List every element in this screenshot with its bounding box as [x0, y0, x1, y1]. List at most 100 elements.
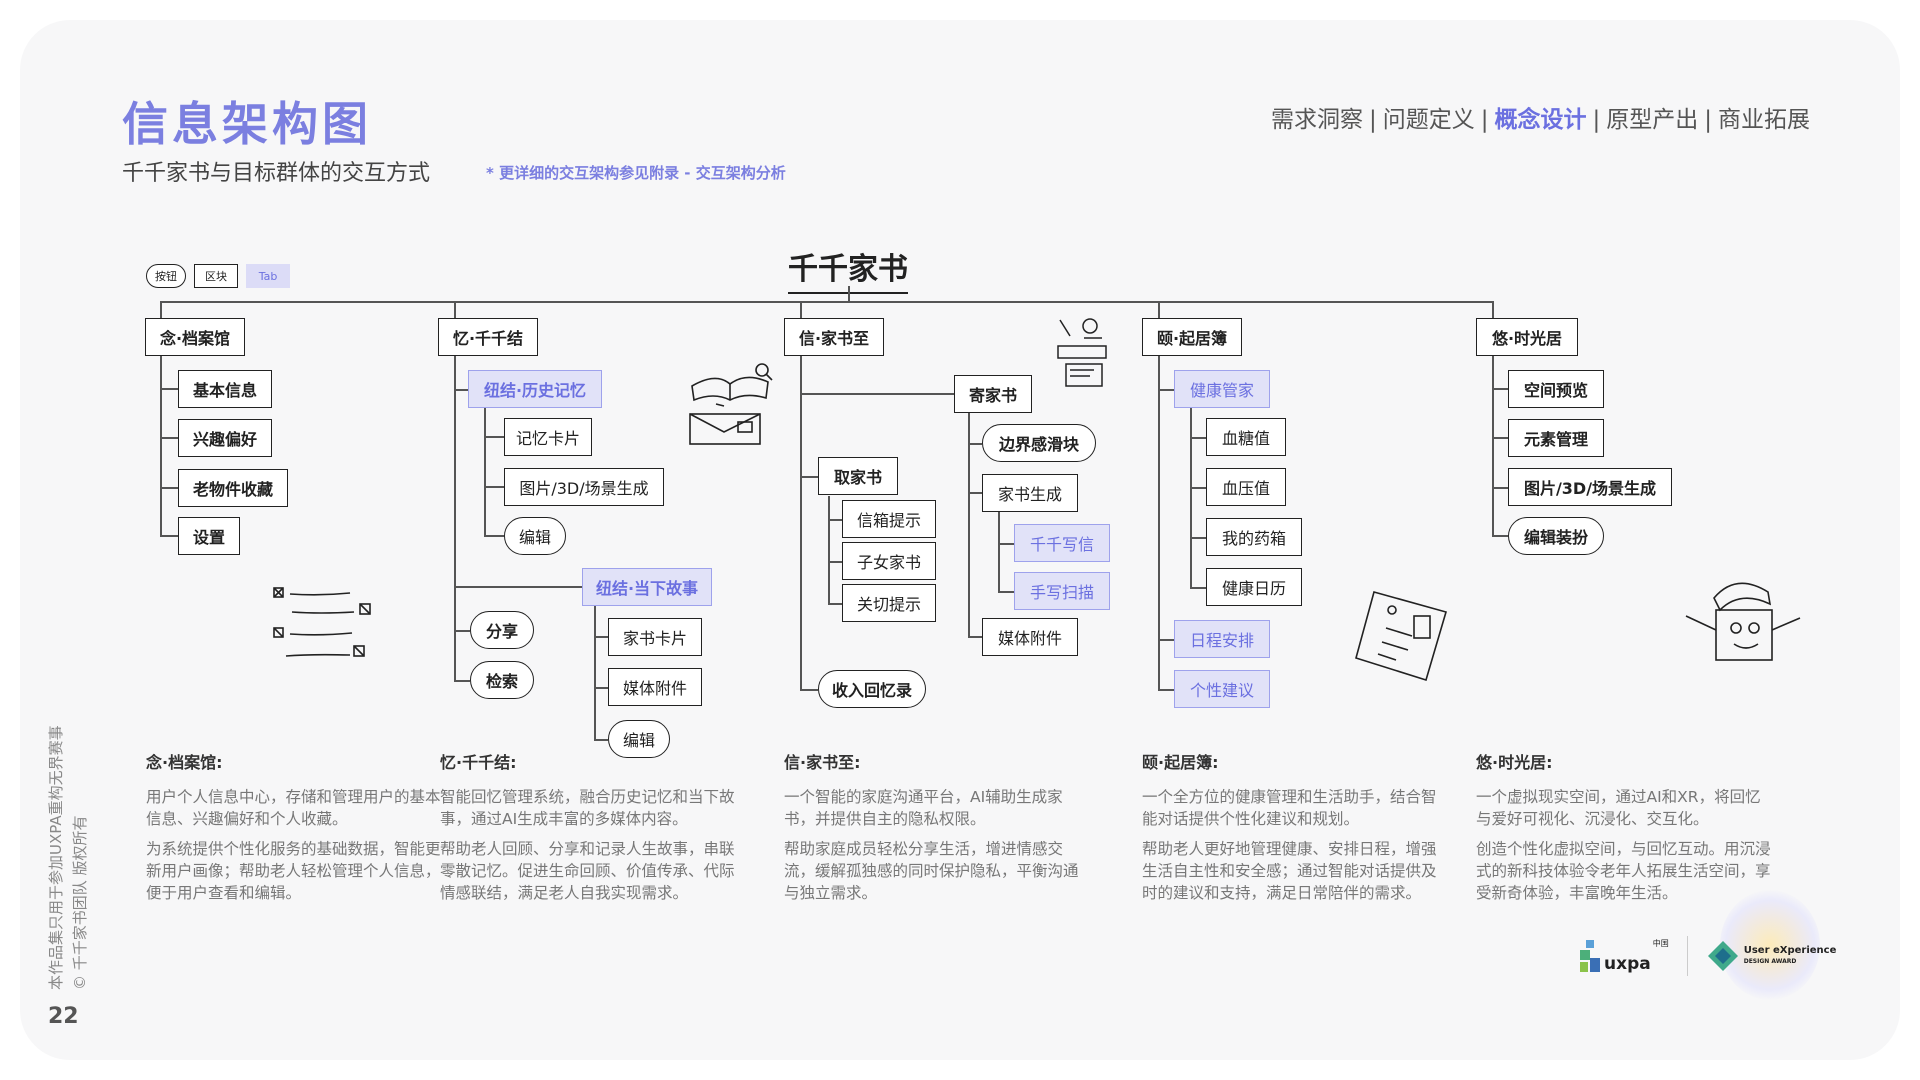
nav-item-insight[interactable]: 需求洞察 [1271, 107, 1363, 133]
connector [998, 543, 1014, 545]
section-nav: 需求洞察 | 问题定义 | 概念设计 | 原型产出 | 商业拓展 [1271, 100, 1810, 134]
connector [828, 496, 830, 604]
connector [1158, 639, 1174, 641]
nav-separator: | [1480, 107, 1489, 133]
node-receive-letter[interactable]: 取家书 [818, 457, 898, 495]
connector [594, 606, 596, 740]
page-title: 信息架构图 [122, 97, 372, 151]
desc-letter: 信·家书至: 一个智能的家庭沟通平台，AI辅助生成家书，并提供自主的隐私权限。 … [784, 752, 1084, 912]
connector [1492, 535, 1508, 537]
connector [1492, 388, 1508, 390]
nav-item-concept[interactable]: 概念设计 [1495, 107, 1587, 133]
connector [484, 436, 504, 438]
connector [1190, 587, 1206, 589]
node-space[interactable]: 悠·时光居 [1476, 318, 1578, 356]
node-child-letter[interactable]: 子女家书 [842, 542, 936, 580]
ux-award-logo: User eXperience DESIGN AWARD [1706, 939, 1837, 973]
tab-health-manager[interactable]: 健康管家 [1174, 370, 1270, 408]
copyright-line: © 千千家书团队 版权所有 [71, 815, 89, 990]
edit-decor-button[interactable]: 编辑装扮 [1508, 517, 1604, 555]
uxpa-logo-text: uxpa [1604, 954, 1651, 974]
checklist-sketch-icon [273, 587, 371, 657]
desc-memory: 忆·千千结: 智能回忆管理系统，融合历史记忆和当下故事，通过AI生成丰富的多媒体… [440, 752, 740, 912]
connector [848, 286, 850, 302]
node-blood-pressure[interactable]: 血压值 [1206, 468, 1286, 506]
connector [800, 356, 802, 690]
connector [454, 586, 582, 588]
clipboard-sketch-icon [1355, 591, 1447, 682]
node-space-image-gen[interactable]: 图片/3D/场景生成 [1508, 468, 1672, 506]
connector [1158, 689, 1174, 691]
node-health-calendar[interactable]: 健康日历 [1206, 568, 1302, 606]
connector [1492, 487, 1508, 489]
node-care-tip[interactable]: 关切提示 [842, 584, 936, 622]
uxpa-logo-sup: 中国 [1652, 939, 1669, 948]
book-sketch-icon [689, 363, 773, 445]
node-media-attachment[interactable]: 媒体附件 [608, 668, 702, 706]
connector [1492, 437, 1508, 439]
boundary-slider-button[interactable]: 边界感滑块 [982, 424, 1096, 462]
connector [968, 443, 982, 445]
tab-handwriting-scan[interactable]: 手写扫描 [1014, 572, 1110, 610]
connector [160, 301, 1494, 303]
ux-award-line1: User eXperience [1743, 945, 1837, 956]
tab-write-letter[interactable]: 千千写信 [1014, 524, 1110, 562]
legend-button: 按钮 [146, 264, 186, 288]
nav-item-prototype[interactable]: 原型产出 [1606, 107, 1698, 133]
connector [1190, 537, 1206, 539]
connector [454, 356, 456, 682]
desc-title: 忆·千千结: [440, 753, 517, 772]
node-settings[interactable]: 设置 [178, 517, 240, 555]
tab-suggestions[interactable]: 个性建议 [1174, 670, 1270, 708]
connector [1190, 437, 1206, 439]
desc-text: 帮助家庭成员轻松分享生活，增进情感交流，缓解孤独感的同时保护隐私，平衡沟通与独立… [784, 840, 1079, 902]
node-letter[interactable]: 信·家书至 [784, 318, 884, 356]
connector [968, 636, 982, 638]
node-letter-card[interactable]: 家书卡片 [608, 618, 702, 656]
tab-history-memory[interactable]: 纽结·历史记忆 [468, 370, 602, 408]
node-mailbox-tip[interactable]: 信箱提示 [842, 500, 936, 538]
appendix-note: * 更详细的交互架构参见附录 - 交互架构分析 [486, 164, 786, 182]
connector [484, 408, 486, 536]
node-archive[interactable]: 念·档案馆 [145, 318, 245, 356]
node-interests[interactable]: 兴趣偏好 [178, 419, 272, 457]
node-space-preview[interactable]: 空间预览 [1508, 370, 1604, 408]
character-sketch-icon [1685, 582, 1801, 661]
copyright-line: 本作品集只用于参加UXPA重构无界赛事 [47, 725, 65, 990]
connector [594, 636, 608, 638]
connector [968, 492, 982, 494]
nav-item-business[interactable]: 商业拓展 [1718, 107, 1810, 133]
node-letter-gen[interactable]: 家书生成 [982, 474, 1078, 512]
ux-award-mark-icon [1707, 941, 1738, 971]
desc-title: 悠·时光居: [1476, 753, 1553, 772]
desc-text: 智能回忆管理系统，融合历史记忆和当下故事，通过AI生成丰富的多媒体内容。 [440, 788, 735, 828]
node-memory-card[interactable]: 记忆卡片 [504, 418, 592, 456]
node-collection[interactable]: 老物件收藏 [178, 469, 288, 507]
nav-separator: | [1369, 107, 1377, 133]
connector [1190, 487, 1206, 489]
share-button[interactable]: 分享 [470, 611, 534, 649]
connector [160, 487, 178, 489]
node-send-letter[interactable]: 寄家书 [954, 375, 1032, 413]
connector [998, 512, 1000, 592]
collect-memoir-button[interactable]: 收入回忆录 [818, 670, 926, 708]
node-element-manage[interactable]: 元素管理 [1508, 419, 1604, 457]
desc-text: 帮助老人更好地管理健康、安排日程，增强生活自主性和安全感；通过智能对话提供及时的… [1142, 840, 1437, 902]
connector [160, 388, 178, 390]
nav-item-problem[interactable]: 问题定义 [1383, 107, 1475, 133]
legend-tab: Tab [246, 264, 290, 288]
tab-schedule[interactable]: 日程安排 [1174, 620, 1270, 658]
tab-current-story[interactable]: 纽结·当下故事 [582, 568, 712, 606]
desc-text: 一个智能的家庭沟通平台，AI辅助生成家书，并提供自主的隐私权限。 [784, 788, 1063, 828]
node-basic-info[interactable]: 基本信息 [178, 370, 272, 408]
node-blood-sugar[interactable]: 血糖值 [1206, 418, 1286, 456]
node-letter-media[interactable]: 媒体附件 [982, 618, 1078, 656]
connector [160, 535, 178, 537]
node-image-gen[interactable]: 图片/3D/场景生成 [504, 468, 664, 506]
desc-title: 信·家书至: [784, 753, 861, 772]
edit-button[interactable]: 编辑 [504, 517, 566, 555]
node-medicine-box[interactable]: 我的药箱 [1206, 518, 1302, 556]
search-button[interactable]: 检索 [470, 661, 534, 699]
node-memory[interactable]: 忆·千千结 [438, 318, 538, 356]
node-daily[interactable]: 颐·起居簿 [1142, 318, 1242, 356]
